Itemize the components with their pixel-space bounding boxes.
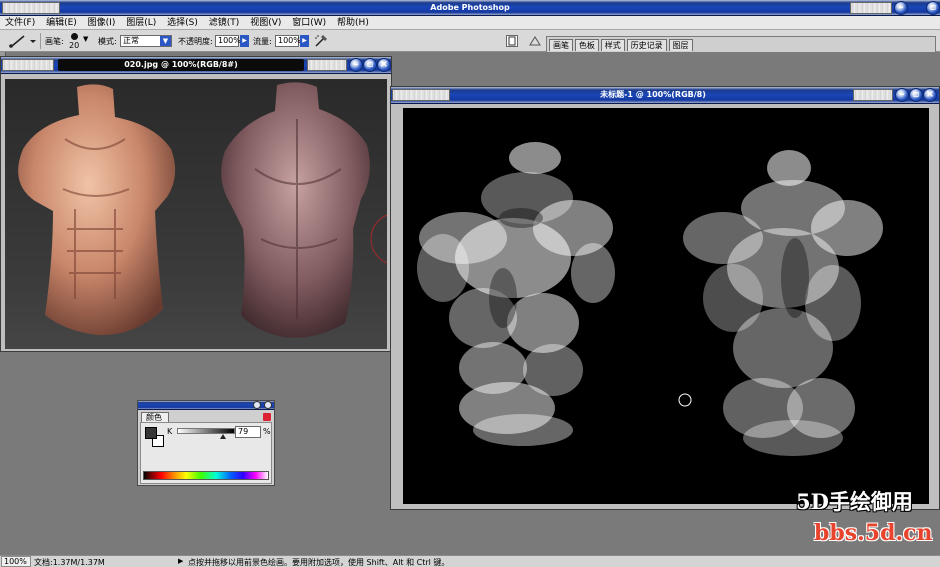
- brush-cursor: [678, 393, 692, 407]
- opacity-value: 100%: [218, 36, 241, 45]
- color-panel-body: K 79 %: [140, 422, 272, 484]
- menu-view[interactable]: 视图(V): [246, 16, 285, 30]
- slider-thumb[interactable]: [219, 434, 226, 439]
- channel-value-input[interactable]: 79: [235, 426, 261, 438]
- channel-slider[interactable]: [177, 428, 235, 434]
- tab-swatches[interactable]: 色板: [574, 39, 599, 51]
- minimize-button[interactable]: –: [895, 88, 909, 102]
- document-icon: [508, 36, 516, 46]
- channel-unit: %: [263, 427, 271, 436]
- brush-picker[interactable]: 20 ▼: [68, 32, 92, 50]
- menu-file[interactable]: 文件(F): [1, 16, 39, 30]
- flow-input[interactable]: 100%: [275, 35, 301, 47]
- tab-styles[interactable]: 样式: [600, 39, 625, 51]
- options-bar: 画笔: 20 ▼ 模式: 正常 ▼ 不透明度: 100% ▶ 流量: 100% …: [0, 30, 940, 52]
- minimize-button[interactable]: –: [349, 58, 363, 72]
- color-tab[interactable]: 颜色: [141, 412, 169, 422]
- palette-minimize-icon[interactable]: [253, 401, 261, 409]
- torso-reference-illustration: [18, 82, 387, 338]
- menu-help[interactable]: 帮助(H): [333, 16, 373, 30]
- flow-value: 100%: [278, 36, 301, 45]
- status-menu-icon[interactable]: ▶: [178, 557, 183, 565]
- chevron-down-icon: ▼: [160, 36, 171, 46]
- watermark-line2: bbs.5d.cn: [814, 520, 933, 546]
- status-hint: 点按并拖移以用前景色绘画。要用附加选项，使用 Shift、Alt 和 Ctrl …: [188, 558, 450, 567]
- tool-preset-picker[interactable]: [6, 34, 36, 48]
- maximize-button[interactable]: ▫: [909, 88, 923, 102]
- palette-menu-icon[interactable]: [263, 413, 271, 421]
- canvas-document-window: 未标题-1 @ 100%(RGB/8) – ▫ ×: [390, 86, 940, 510]
- title-bar-grip-right: [307, 59, 347, 71]
- menu-bar: 文件(F) 编辑(E) 图像(I) 图层(L) 选择(S) 滤镜(T) 视图(V…: [0, 16, 940, 30]
- mode-value: 正常: [123, 36, 139, 45]
- maximize-button[interactable]: ▫: [363, 58, 377, 72]
- doc-size: 文档:1.37M/1.37M: [34, 558, 105, 567]
- menu-edit[interactable]: 编辑(E): [42, 16, 81, 30]
- chevron-down-icon: ▼: [83, 35, 89, 43]
- menu-select[interactable]: 选择(S): [163, 16, 202, 30]
- title-bar-grip: [2, 59, 54, 71]
- airbrush-button[interactable]: [313, 33, 329, 49]
- tab-brushes[interactable]: 画笔: [549, 39, 573, 51]
- mode-label: 模式:: [98, 37, 117, 46]
- color-ramp[interactable]: [143, 471, 269, 480]
- status-bar: 100% 文档:1.37M/1.37M ▶ 点按并拖移以用前景色绘画。要用附加选…: [0, 555, 940, 567]
- reference-document-window: 020.jpg @ 100%(RGB/8#) – ▫ ×: [0, 56, 392, 352]
- palette-well-icon: [529, 36, 541, 46]
- menu-window[interactable]: 窗口(W): [288, 16, 330, 30]
- app-title: Adobe Photoshop: [430, 3, 510, 12]
- tab-layers[interactable]: 图层: [668, 39, 693, 51]
- flow-dropdown-icon[interactable]: ▶: [300, 35, 309, 47]
- menu-layer[interactable]: 图层(L): [122, 16, 160, 30]
- opacity-label: 不透明度:: [178, 37, 213, 46]
- brush-tip-icon: [71, 33, 78, 40]
- canvas-doc-title: 未标题-1 @ 100%(RGB/8): [600, 90, 706, 99]
- opacity-dropdown-icon[interactable]: ▶: [240, 35, 249, 47]
- title-bar-grip: [392, 89, 450, 101]
- mode-select[interactable]: 正常 ▼: [120, 35, 172, 47]
- opacity-input[interactable]: 100%: [215, 35, 241, 47]
- brush-label: 画笔:: [45, 37, 64, 46]
- file-browser-button[interactable]: [506, 35, 518, 47]
- flow-label: 流量:: [253, 37, 272, 46]
- minimize-button[interactable]: –: [894, 1, 908, 15]
- channel-value: 79: [238, 427, 249, 436]
- foreground-color-swatch[interactable]: [145, 427, 157, 439]
- airbrush-icon: [315, 35, 327, 47]
- watermark-line1: 5D手绘御用: [796, 489, 913, 514]
- palette-close-icon[interactable]: [264, 401, 272, 409]
- close-button[interactable]: ×: [377, 58, 391, 72]
- close-button[interactable]: ×: [923, 88, 937, 102]
- menu-filter[interactable]: 滤镜(T): [205, 16, 244, 30]
- title-plate: 020.jpg @ 100%(RGB/8#): [58, 59, 304, 71]
- zoom-field[interactable]: 100%: [1, 556, 31, 567]
- title-bar-grip-right: [853, 89, 893, 101]
- app-title-bar: Adobe Photoshop – ▫ ×: [0, 0, 940, 16]
- color-palette: 颜色 K 79 %: [137, 400, 275, 486]
- reference-doc-title: 020.jpg @ 100%(RGB/8#): [124, 60, 238, 69]
- reference-title-bar[interactable]: 020.jpg @ 100%(RGB/8#) – ▫ ×: [1, 57, 391, 74]
- canvas-title-bar[interactable]: 未标题-1 @ 100%(RGB/8) – ▫ ×: [391, 87, 939, 104]
- tab-history[interactable]: 历史记录: [626, 39, 667, 51]
- brush-tool-icon: [9, 35, 36, 48]
- channel-label: K: [167, 427, 173, 436]
- menu-image[interactable]: 图像(I): [84, 16, 120, 30]
- color-palette-title-bar[interactable]: [138, 401, 274, 410]
- zoom-value: 100%: [4, 557, 27, 566]
- color-tab-label: 颜色: [146, 413, 162, 422]
- drawing-canvas[interactable]: [403, 108, 929, 504]
- palette-well: 画笔 色板 样式 历史记录 图层: [546, 36, 936, 52]
- brush-size: 20: [69, 41, 80, 50]
- reference-image: [5, 79, 387, 349]
- separator: [40, 33, 41, 49]
- restore-button[interactable]: ▫: [925, 1, 940, 15]
- palette-menu-button[interactable]: [528, 34, 542, 48]
- grayscale-torso-study: [417, 142, 883, 456]
